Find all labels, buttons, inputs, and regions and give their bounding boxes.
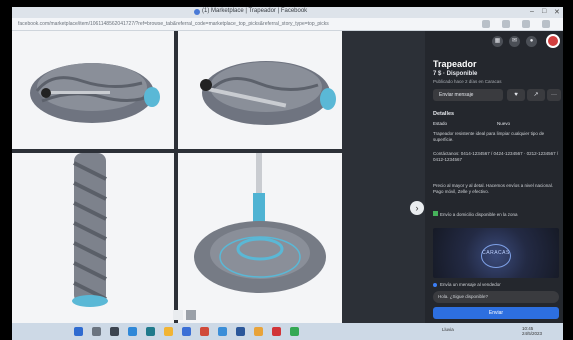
facebook-favicon-icon [194, 9, 200, 15]
panel-top-bar: ▦ ✉ ● [425, 31, 563, 53]
chrome-icon[interactable] [254, 327, 263, 336]
messenger-icon[interactable]: ✉ [509, 36, 520, 47]
menu-grid-icon[interactable]: ▦ [492, 36, 503, 47]
viewer-edge-fade [342, 31, 425, 323]
search-icon[interactable] [92, 327, 101, 336]
mop-head-image [200, 61, 336, 125]
window-close-button[interactable]: ✕ [554, 8, 560, 16]
extensions-icon[interactable] [502, 20, 510, 28]
mop-twist-image [72, 153, 108, 307]
product-photo[interactable] [178, 153, 342, 323]
store-icon[interactable] [146, 327, 155, 336]
system-clock[interactable]: 10:45 24/5/2023 [522, 326, 542, 336]
word-icon[interactable] [236, 327, 245, 336]
app-icon[interactable] [290, 327, 299, 336]
map-area-circle [481, 244, 511, 268]
office-icon[interactable] [200, 327, 209, 336]
task-view-icon[interactable] [110, 327, 119, 336]
seller-message-row: Envía un mensaje al vendedor [433, 282, 501, 287]
mail-icon[interactable] [182, 327, 191, 336]
description-contacts: Contáctanos: 0414-1234567 / 0424-1234567… [433, 151, 559, 162]
send-button[interactable]: Enviar [433, 307, 559, 319]
shipping-info: Envío a domicilio disponible en la zona [433, 211, 559, 218]
seller-message-label: Envía un mensaje al vendedor [440, 282, 501, 287]
share-button[interactable]: ↗ [527, 89, 545, 101]
url-text[interactable]: facebook.com/marketplace/item/1061148562… [18, 21, 448, 27]
more-options-button[interactable]: ··· [547, 89, 561, 101]
photo-viewer: › [12, 31, 425, 323]
description-text: Trapeador resistente ideal para limpiar … [433, 131, 545, 142]
product-photo[interactable] [12, 153, 174, 323]
clock-date: 24/5/2023 [522, 331, 543, 336]
profile-icon[interactable] [522, 20, 530, 28]
message-input[interactable]: Hola. ¿Sigue disponible? [433, 291, 559, 303]
photo-thumbnails-icon[interactable] [172, 308, 198, 320]
condition-label: Estado [433, 121, 448, 126]
details-heading: Detalles [433, 111, 455, 117]
messenger-dot-icon [433, 282, 437, 287]
map-label: CARACAS [482, 250, 510, 256]
listing-panel: ▦ ✉ ● Trapeador 7 $ · Disponible Publica… [425, 31, 563, 323]
send-message-button[interactable]: Enviar mensaje [433, 89, 503, 101]
check-icon [433, 211, 438, 216]
edge-icon[interactable] [128, 327, 137, 336]
mop-head-image [30, 63, 160, 123]
product-photo[interactable] [178, 31, 342, 149]
listing-price: 7 $ · Disponible [433, 71, 478, 77]
browser-taskbar-icon[interactable] [218, 327, 227, 336]
browser-address-bar[interactable]: facebook.com/marketplace/item/1061148562… [12, 18, 563, 31]
next-photo-button[interactable]: › [410, 201, 424, 215]
window-maximize-button[interactable]: □ [542, 8, 546, 15]
browser-menu-icon[interactable] [542, 20, 550, 28]
browser-tab-bar: (1) Marketplace | Trapeador | Facebook –… [12, 7, 563, 18]
window-minimize-button[interactable]: – [530, 8, 534, 15]
browser-tab-title[interactable]: (1) Marketplace | Trapeador | Facebook [202, 8, 307, 14]
mop-spread-image [194, 153, 326, 293]
listing-title: Trapeador [433, 59, 477, 69]
description-text: Precio al mayor y al detal. Hacemos enví… [433, 183, 554, 194]
location-map[interactable]: CARACAS [433, 228, 559, 278]
bookmark-icon[interactable] [482, 20, 490, 28]
condition-value: Nuevo [497, 121, 511, 126]
notifications-icon[interactable]: ● [526, 36, 537, 47]
taskbar: Lluvia 10:45 24/5/2023 [12, 323, 563, 340]
screen: (1) Marketplace | Trapeador | Facebook –… [0, 0, 573, 340]
app-icon[interactable] [272, 327, 281, 336]
save-button[interactable]: ♥ [507, 89, 525, 101]
avatar[interactable] [546, 34, 560, 48]
weather-tray[interactable]: Lluvia [442, 327, 454, 332]
listing-posted-info: Publicado hace 2 días en Caracas [433, 79, 502, 84]
file-explorer-icon[interactable] [164, 327, 173, 336]
shipping-text: Envío a domicilio disponible en la zona [440, 212, 518, 217]
product-photo[interactable] [12, 31, 174, 149]
start-icon[interactable] [74, 327, 83, 336]
